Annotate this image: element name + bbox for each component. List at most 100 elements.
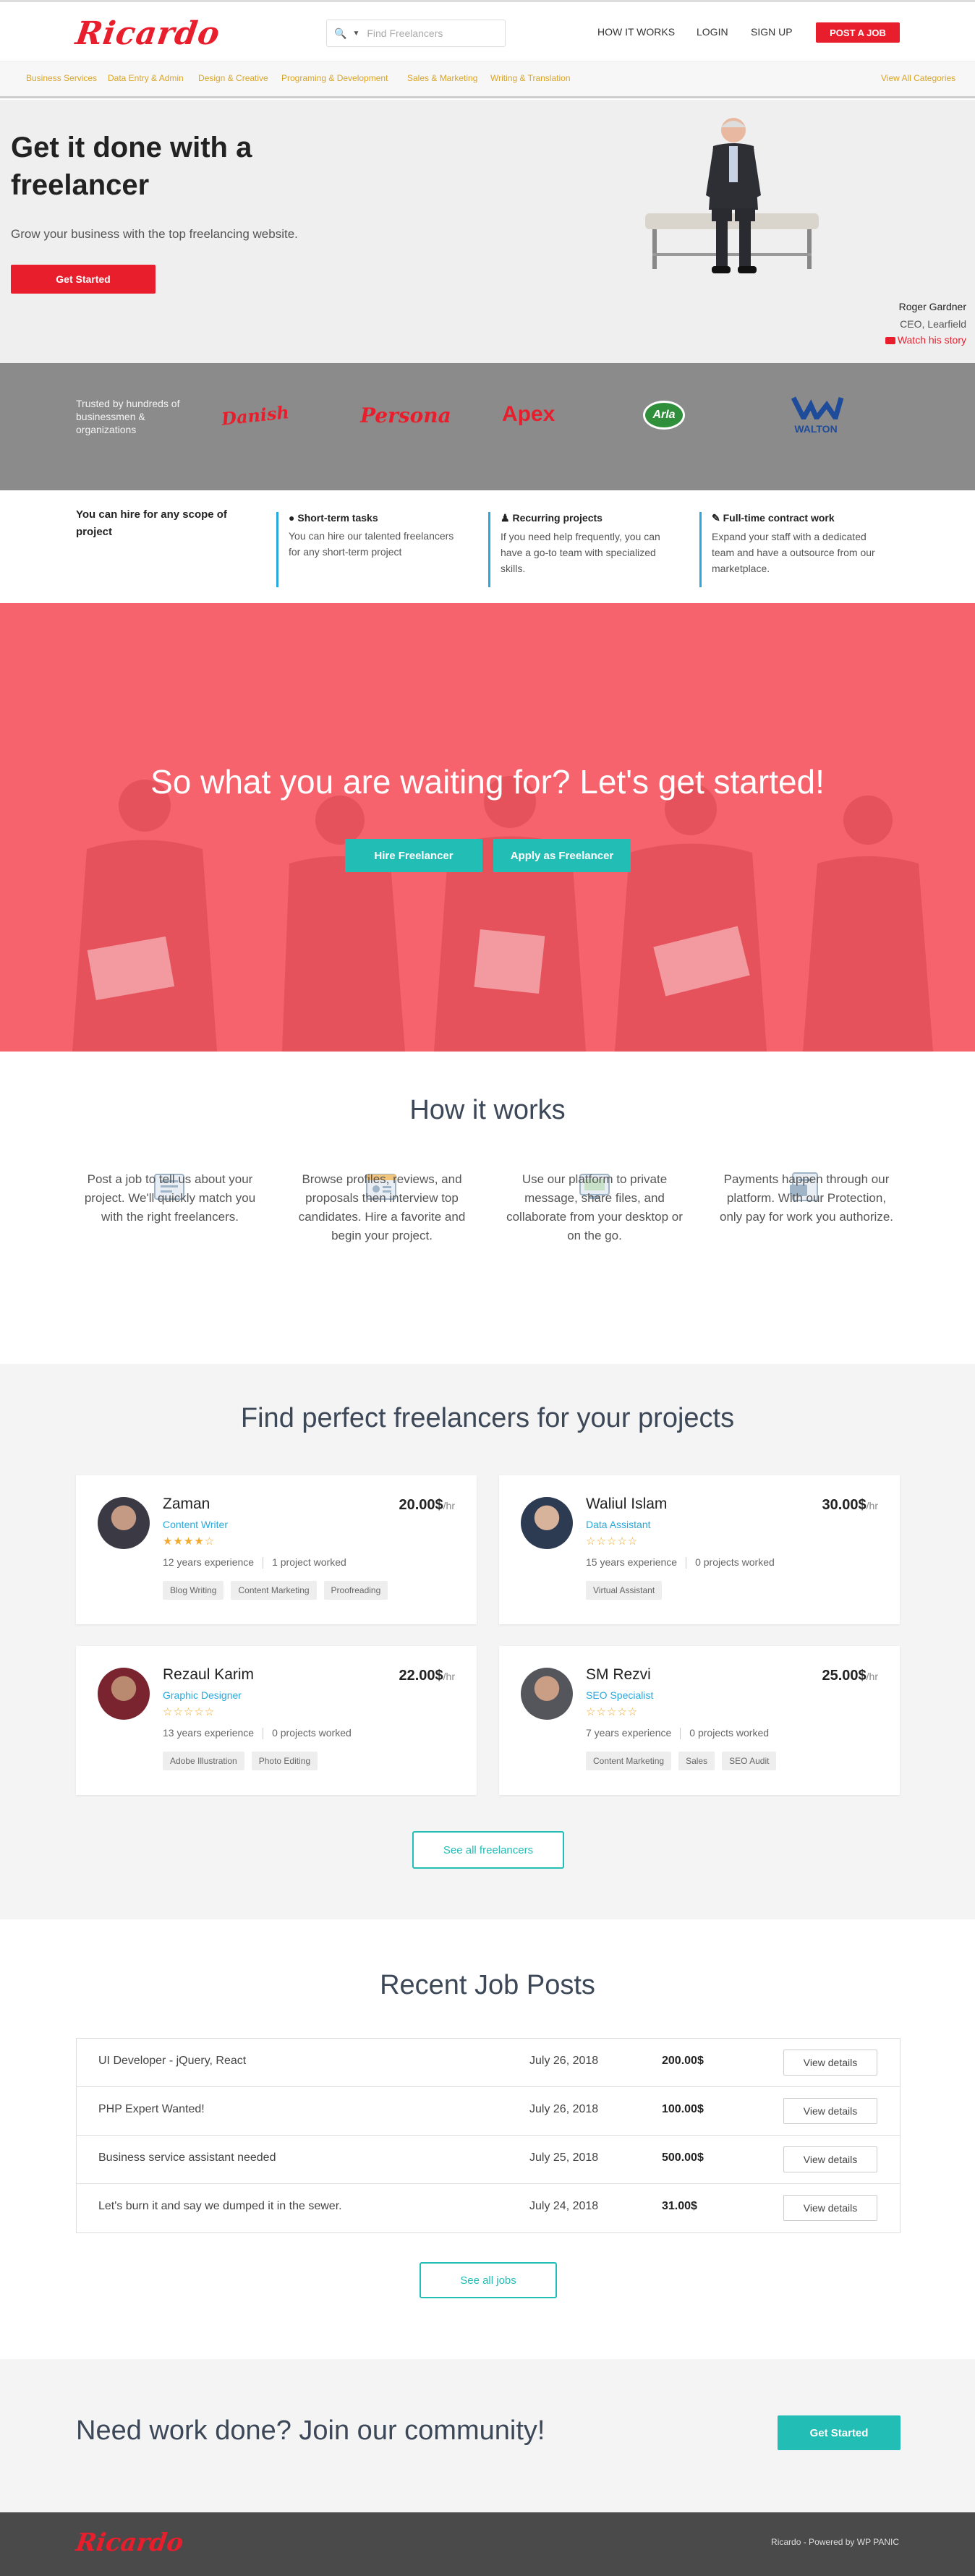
freelancer-name[interactable]: Zaman xyxy=(163,1496,210,1513)
view-details-button[interactable]: View details xyxy=(783,2098,877,2124)
freelancer-name[interactable]: SM Rezvi xyxy=(586,1666,651,1684)
avatar[interactable] xyxy=(98,1668,150,1720)
rating-stars: ☆☆☆☆☆ xyxy=(586,1535,639,1548)
video-icon xyxy=(885,337,895,345)
see-all-jobs-button[interactable]: See all jobs xyxy=(420,2262,557,2298)
skill-tag[interactable]: Blog Writing xyxy=(163,1581,224,1600)
job-title[interactable]: PHP Expert Wanted! xyxy=(98,2103,205,2116)
freelancer-card[interactable]: Waliul Islam Data Assistant ☆☆☆☆☆ 30.00$… xyxy=(499,1475,900,1624)
category-design-creative[interactable]: Design & Creative xyxy=(198,73,268,83)
freelancer-role: Data Assistant xyxy=(586,1519,651,1530)
footer-credits: Ricardo - Powered by WP PANIC xyxy=(771,2537,899,2547)
category-business-services[interactable]: Business Services xyxy=(26,73,97,83)
freelancers-title: Find perfect freelancers for your projec… xyxy=(240,1403,735,1433)
hero-get-started-button[interactable]: Get Started xyxy=(11,265,156,294)
skill-tag[interactable]: Content Marketing xyxy=(586,1752,672,1770)
post-job-button[interactable]: POST A JOB xyxy=(816,22,900,43)
skill-tag[interactable]: SEO Audit xyxy=(722,1752,777,1770)
scope-recurring: ♟ Recurring projects If you need help fr… xyxy=(488,512,676,587)
hire-freelancer-button[interactable]: Hire Freelancer xyxy=(345,839,482,872)
job-price: 200.00$ xyxy=(662,2055,704,2067)
apply-freelancer-button[interactable]: Apply as Freelancer xyxy=(493,839,631,872)
scope-lead: You can hire for any scope of project xyxy=(76,508,227,538)
skill-tag[interactable]: Proofreading xyxy=(323,1581,388,1600)
freelancer-role: SEO Specialist xyxy=(586,1689,654,1701)
how-step-payment: Payments happen through our platform. Wi… xyxy=(719,1172,893,1224)
view-details-button[interactable]: View details xyxy=(783,2050,877,2076)
job-title[interactable]: Business service assistant needed xyxy=(98,2151,276,2165)
freelancer-card[interactable]: Zaman Content Writer ★★★★☆ 20.00$/hr 12 … xyxy=(76,1475,477,1624)
table-row: Let's burn it and say we dumped it in th… xyxy=(77,2184,900,2232)
skill-tag[interactable]: Adobe Illustration xyxy=(163,1752,244,1770)
search-box[interactable]: 🔍 ▼ Find Freelancers xyxy=(326,20,506,47)
freelancer-meta: 7 years experience 0 projects worked xyxy=(586,1727,770,1740)
skill-tags: Adobe Illustration Photo Editing xyxy=(163,1752,318,1770)
site-header: Ricardo 🔍 ▼ Find Freelancers HOW IT WORK… xyxy=(0,0,975,61)
table-row: UI Developer - jQuery, React July 26, 20… xyxy=(77,2039,900,2087)
freelancer-name[interactable]: Waliul Islam xyxy=(586,1496,667,1513)
rating-stars: ☆☆☆☆☆ xyxy=(586,1706,639,1718)
brand-logo-walton: WALTON xyxy=(783,396,848,435)
cta-title: So what you are waiting for? Let's get s… xyxy=(150,763,825,801)
job-price: 500.00$ xyxy=(662,2151,704,2164)
view-details-button[interactable]: View details xyxy=(783,2195,877,2221)
job-title[interactable]: UI Developer - jQuery, React xyxy=(98,2055,246,2068)
table-row: PHP Expert Wanted! July 26, 2018 100.00$… xyxy=(77,2087,900,2136)
cta-background-people-image xyxy=(72,776,933,1052)
category-programming[interactable]: Programing & Development xyxy=(281,73,388,83)
category-bar: Business Services Data Entry & Admin Des… xyxy=(0,61,975,98)
see-all-freelancers-button[interactable]: See all freelancers xyxy=(412,1831,564,1869)
freelancer-meta: 15 years experience 0 projects worked xyxy=(586,1556,775,1569)
freelancer-meta: 12 years experience 1 project worked xyxy=(163,1556,346,1569)
job-date: July 26, 2018 xyxy=(529,2103,599,2115)
how-step-browse: Browse profiles, reviews, and proposals … xyxy=(298,1172,466,1242)
freelancer-card[interactable]: Rezaul Karim Graphic Designer ☆☆☆☆☆ 22.0… xyxy=(76,1646,477,1795)
join-get-started-button[interactable]: Get Started xyxy=(778,2415,901,2450)
cta-section xyxy=(0,603,975,1052)
job-title[interactable]: Let's burn it and say we dumped it in th… xyxy=(98,2200,342,2213)
nav-how-it-works[interactable]: HOW IT WORKS xyxy=(597,26,675,38)
job-date: July 24, 2018 xyxy=(529,2200,599,2212)
trusted-text: Trusted by hundreds of businessmen & org… xyxy=(76,398,180,435)
skill-tags: Content Marketing Sales SEO Audit xyxy=(586,1752,777,1770)
scope-full-time: ✎ Full-time contract work Expand your st… xyxy=(699,512,887,587)
category-data-entry[interactable]: Data Entry & Admin xyxy=(108,73,184,83)
brand-logo-arla: Arla xyxy=(643,401,685,430)
hourly-rate: 20.00$/hr xyxy=(399,1497,455,1513)
footer-logo[interactable]: Ricardo xyxy=(74,2528,185,2557)
how-it-works-title: How it works xyxy=(409,1095,566,1125)
watch-story-link[interactable]: Watch his story xyxy=(885,334,966,346)
nav-login[interactable]: LOGIN xyxy=(697,26,728,38)
skill-tags: Virtual Assistant xyxy=(586,1581,663,1600)
hero-subtitle: Grow your business with the top freelanc… xyxy=(11,227,298,241)
avatar[interactable] xyxy=(521,1497,573,1549)
avatar[interactable] xyxy=(521,1668,573,1720)
freelancer-card[interactable]: SM Rezvi SEO Specialist ☆☆☆☆☆ 25.00$/hr … xyxy=(499,1646,900,1795)
skill-tag[interactable]: Virtual Assistant xyxy=(586,1581,663,1600)
skill-tag[interactable]: Sales xyxy=(678,1752,715,1770)
view-all-categories[interactable]: View All Categories xyxy=(881,73,955,83)
freelancer-meta: 13 years experience 0 projects worked xyxy=(163,1727,352,1740)
view-details-button[interactable]: View details xyxy=(783,2146,877,2172)
category-writing-translation[interactable]: Writing & Translation xyxy=(490,73,571,83)
hourly-rate: 22.00$/hr xyxy=(399,1668,455,1684)
chevron-down-icon[interactable]: ▼ xyxy=(352,30,359,38)
hero-person-image xyxy=(645,118,819,273)
avatar[interactable] xyxy=(98,1497,150,1549)
skill-tag[interactable]: Photo Editing xyxy=(251,1752,318,1770)
skill-tag[interactable]: Content Marketing xyxy=(231,1581,317,1600)
search-icon[interactable]: 🔍 xyxy=(334,27,346,40)
job-date: July 26, 2018 xyxy=(529,2055,599,2067)
category-sales-marketing[interactable]: Sales & Marketing xyxy=(407,73,477,83)
testimonial-role: CEO, Learfield xyxy=(900,318,966,330)
hourly-rate: 30.00$/hr xyxy=(822,1497,878,1513)
nav-signup[interactable]: SIGN UP xyxy=(751,26,793,38)
hourly-rate: 25.00$/hr xyxy=(822,1668,878,1684)
search-input[interactable]: Find Freelancers xyxy=(367,27,443,39)
freelancer-name[interactable]: Rezaul Karim xyxy=(163,1666,254,1684)
site-logo[interactable]: Ricardo xyxy=(73,15,222,52)
how-step-post-job: Post a job to tell us about your project… xyxy=(84,1172,256,1224)
how-step-collaborate: Use our platform to private message, sha… xyxy=(506,1172,683,1242)
job-price: 100.00$ xyxy=(662,2103,704,2115)
hero-title: Get it done with a freelancer xyxy=(11,132,252,201)
